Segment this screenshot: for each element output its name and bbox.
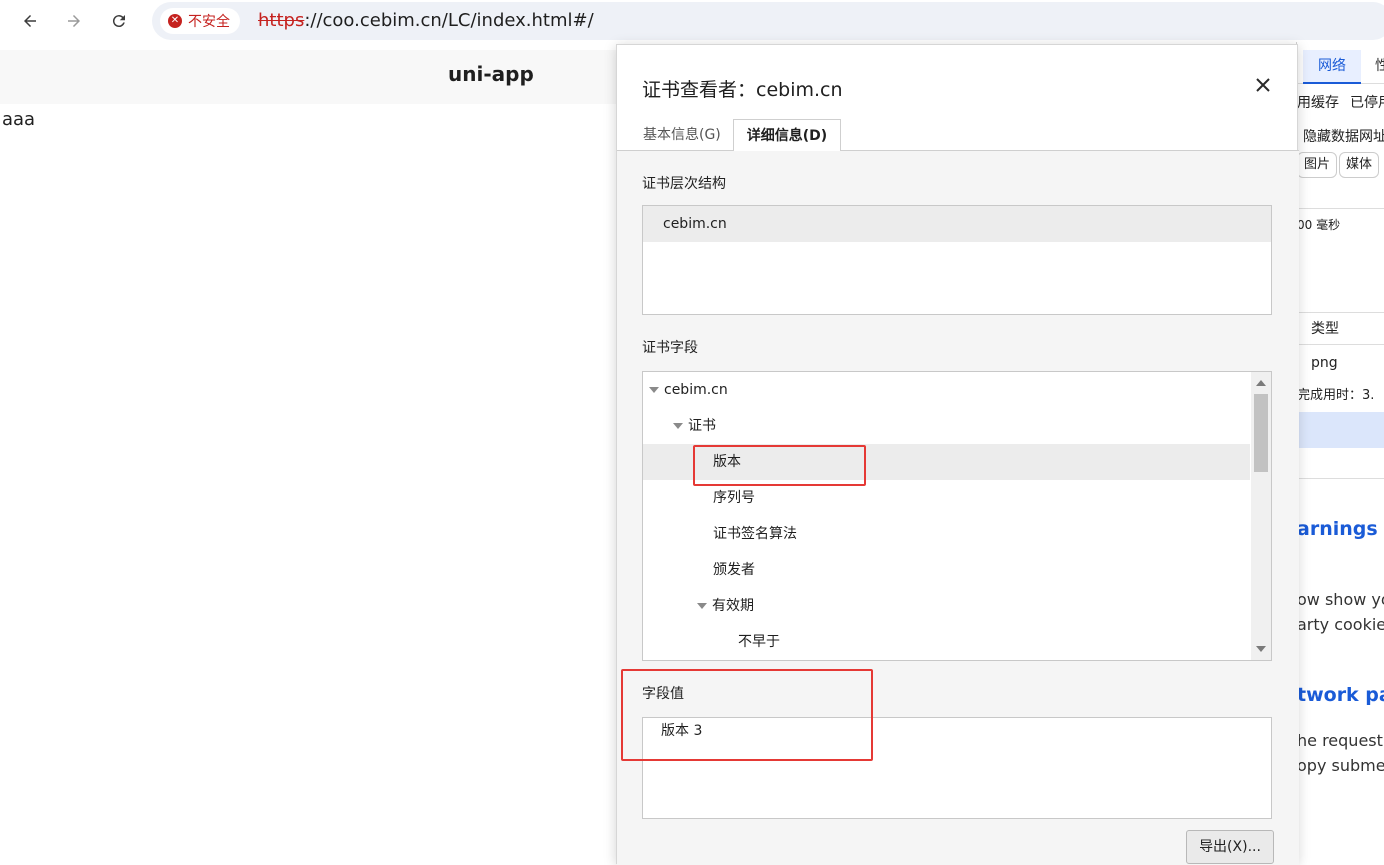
- filter-images[interactable]: 图片: [1297, 152, 1338, 178]
- security-label: 不安全: [188, 14, 230, 30]
- scroll-down-arrow-icon[interactable]: [1256, 646, 1266, 652]
- scroll-up-arrow-icon[interactable]: [1256, 380, 1266, 386]
- close-icon: [1256, 78, 1270, 92]
- arrow-left-icon: [24, 15, 36, 27]
- devtools-panel: 网络 性 用缓存 已停用 隐藏数据网址 图片 媒体 00 毫秒 类型 png 完…: [1296, 42, 1384, 848]
- divider: [1297, 312, 1384, 313]
- tree-item-issuer[interactable]: 颁发者: [643, 552, 1250, 588]
- insecure-icon: ✕: [168, 14, 182, 28]
- tree-item-label: 有效期: [712, 598, 754, 614]
- info-text-line: ow show you: [1297, 590, 1384, 609]
- url-rest: ://coo.cebim.cn/LC/index.html#/: [304, 10, 594, 31]
- expand-triangle-icon: [649, 387, 659, 393]
- selected-row-highlight: [1297, 412, 1384, 448]
- body-text: aaa: [2, 109, 36, 130]
- expand-triangle-icon: [673, 423, 683, 429]
- close-button[interactable]: [1251, 73, 1275, 97]
- type-cell[interactable]: png: [1311, 355, 1338, 371]
- tree-item-label: cebim.cn: [664, 382, 728, 398]
- security-chip[interactable]: ✕ 不安全: [160, 8, 240, 34]
- arrow-right-icon: [68, 15, 80, 27]
- tree-item-label: 序列号: [713, 490, 755, 506]
- throttling-label[interactable]: 已停用: [1350, 92, 1384, 112]
- timeline-ms: 00 毫秒: [1297, 218, 1341, 232]
- url-scheme: https: [258, 10, 305, 31]
- url-text[interactable]: https://coo.cebim.cn/LC/index.html#/: [258, 10, 594, 31]
- devtools-tabs: 网络 性: [1297, 50, 1384, 84]
- back-button[interactable]: [15, 6, 45, 36]
- tab-basic-info[interactable]: 基本信息(G): [633, 119, 731, 151]
- hierarchy-label: 证书层次结构: [642, 176, 726, 192]
- field-value-label: 字段值: [642, 686, 684, 702]
- dialog-title: 证书查看者：cebim.cn: [642, 79, 843, 101]
- tree-item-not-before[interactable]: 不早于: [643, 624, 1250, 660]
- tree-item-label: 版本: [713, 454, 741, 470]
- tree-item-validity[interactable]: 有效期: [643, 588, 1250, 624]
- field-value-text: 版本 3: [661, 723, 703, 739]
- fields-label: 证书字段: [642, 340, 698, 356]
- tree-item-label: 颁发者: [713, 562, 755, 578]
- reload-icon: [112, 15, 125, 28]
- tree-item-label: 证书: [688, 418, 716, 434]
- info-text-line: arty cookie r: [1297, 615, 1384, 634]
- tree-item-label: 证书签名算法: [713, 526, 797, 542]
- tree-item-signature-algorithm[interactable]: 证书签名算法: [643, 516, 1250, 552]
- warnings-link[interactable]: arnings in: [1297, 518, 1384, 540]
- forward-button[interactable]: [59, 6, 89, 36]
- expand-triangle-icon: [697, 603, 707, 609]
- tree-item-certificate[interactable]: 证书: [643, 408, 1250, 444]
- tab-performance[interactable]: 性: [1375, 50, 1384, 82]
- disable-cache-label[interactable]: 用缓存: [1297, 92, 1339, 112]
- reload-button[interactable]: [104, 6, 134, 36]
- hierarchy-item[interactable]: cebim.cn: [643, 206, 1271, 242]
- column-type-header[interactable]: 类型: [1311, 318, 1339, 338]
- divider: [1297, 344, 1384, 345]
- address-bar[interactable]: ✕ 不安全 https://coo.cebim.cn/LC/index.html…: [152, 2, 1384, 40]
- export-button[interactable]: 导出(X)...: [1186, 830, 1274, 864]
- hierarchy-box: cebim.cn: [642, 205, 1272, 315]
- app-title: uni-app: [448, 62, 534, 86]
- info-text-line: opy submen: [1297, 756, 1384, 775]
- divider: [1297, 208, 1384, 209]
- tree-item-serial[interactable]: 序列号: [643, 480, 1250, 516]
- tree-item-version[interactable]: 版本: [643, 444, 1250, 480]
- scroll-thumb[interactable]: [1254, 394, 1268, 472]
- browser-toolbar: ✕ 不安全 https://coo.cebim.cn/LC/index.html…: [0, 0, 1384, 42]
- filter-media[interactable]: 媒体: [1339, 152, 1380, 178]
- field-value-box[interactable]: 版本 3: [642, 717, 1272, 819]
- tab-network[interactable]: 网络: [1303, 50, 1361, 84]
- divider: [1297, 478, 1384, 479]
- info-text-line: he request': [1297, 731, 1384, 750]
- finish-time: 完成用时：3.: [1297, 388, 1375, 403]
- hide-data-urls-label[interactable]: 隐藏数据网址: [1303, 126, 1384, 146]
- network-panel-link[interactable]: twork par: [1297, 684, 1384, 706]
- dialog-body: 证书层次结构 cebim.cn 证书字段 cebim.cn 证书 版本 序列号 …: [617, 151, 1299, 865]
- tab-detail-info[interactable]: 详细信息(D): [733, 119, 841, 152]
- dialog-tabs: 基本信息(G) 详细信息(D): [617, 119, 1299, 152]
- tree-item-label: 不早于: [738, 634, 780, 650]
- tree-item-subject[interactable]: cebim.cn: [643, 372, 1250, 408]
- tree-scrollbar[interactable]: [1251, 372, 1271, 660]
- fields-tree: cebim.cn 证书 版本 序列号 证书签名算法 颁发者 有效期 不早于: [642, 371, 1272, 661]
- certificate-viewer-dialog: 证书查看者：cebim.cn 基本信息(G) 详细信息(D) 证书层次结构 ce…: [616, 44, 1299, 865]
